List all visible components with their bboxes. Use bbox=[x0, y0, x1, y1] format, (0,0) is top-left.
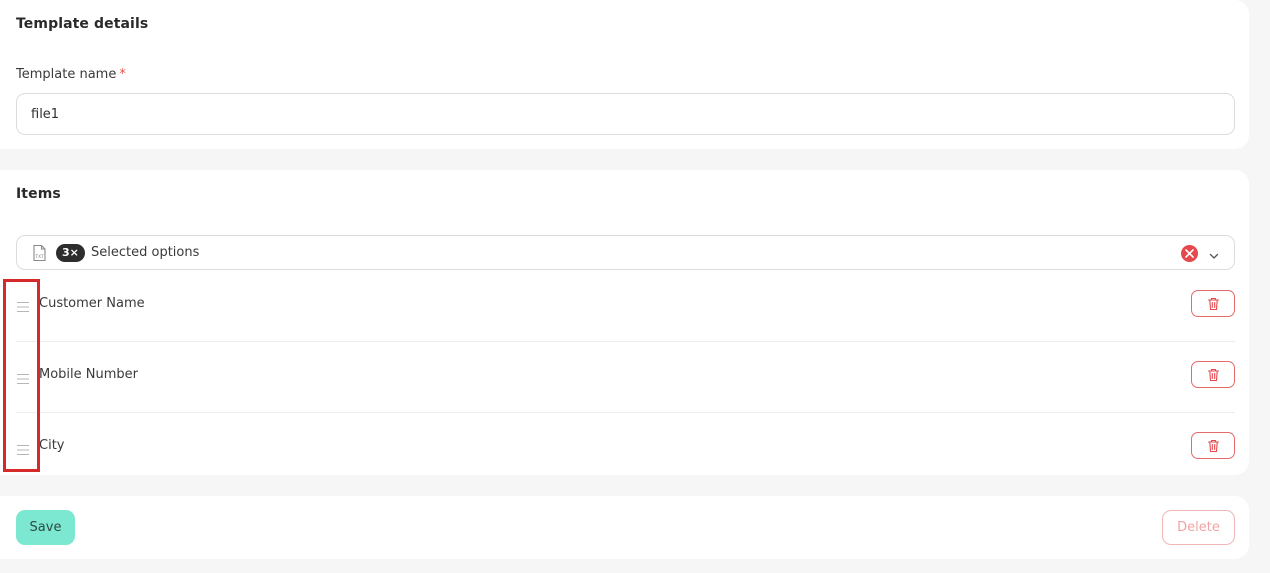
template-name-input[interactable] bbox=[16, 93, 1235, 135]
drag-handle-icon[interactable] bbox=[16, 370, 30, 384]
delete-button[interactable]: Delete bbox=[1162, 510, 1235, 545]
item-row: City bbox=[16, 412, 1235, 483]
items-title: Items bbox=[16, 186, 61, 202]
chevron-down-icon[interactable] bbox=[1208, 247, 1220, 259]
required-marker: * bbox=[119, 67, 126, 82]
trash-icon bbox=[1207, 368, 1220, 382]
trash-icon bbox=[1207, 439, 1220, 453]
items-card: Items TXT 3× Selected options Customer N… bbox=[0, 170, 1249, 475]
item-label: Customer Name bbox=[39, 296, 145, 311]
clear-selection-icon[interactable] bbox=[1181, 245, 1198, 262]
svg-text:TXT: TXT bbox=[34, 254, 44, 260]
drag-handle-icon[interactable] bbox=[16, 298, 30, 312]
drag-handle-icon[interactable] bbox=[16, 441, 30, 455]
delete-item-button[interactable] bbox=[1191, 290, 1235, 317]
selected-count-badge: 3× bbox=[56, 244, 85, 262]
template-name-label: Template name * bbox=[16, 67, 126, 82]
selected-options-text: Selected options bbox=[91, 245, 200, 260]
save-button[interactable]: Save bbox=[16, 510, 75, 545]
item-label: City bbox=[39, 438, 65, 453]
template-details-card: Template details Template name * bbox=[0, 0, 1249, 149]
trash-icon bbox=[1207, 297, 1220, 311]
delete-item-button[interactable] bbox=[1191, 361, 1235, 388]
txt-file-icon: TXT bbox=[31, 244, 48, 262]
footer-card: Save Delete bbox=[0, 496, 1249, 559]
items-multi-select[interactable]: TXT 3× Selected options bbox=[16, 235, 1235, 270]
template-details-title: Template details bbox=[16, 16, 149, 32]
item-row: Mobile Number bbox=[16, 341, 1235, 412]
item-label: Mobile Number bbox=[39, 367, 138, 382]
delete-item-button[interactable] bbox=[1191, 432, 1235, 459]
template-name-label-text: Template name bbox=[16, 67, 117, 82]
item-row: Customer Name bbox=[16, 270, 1235, 341]
